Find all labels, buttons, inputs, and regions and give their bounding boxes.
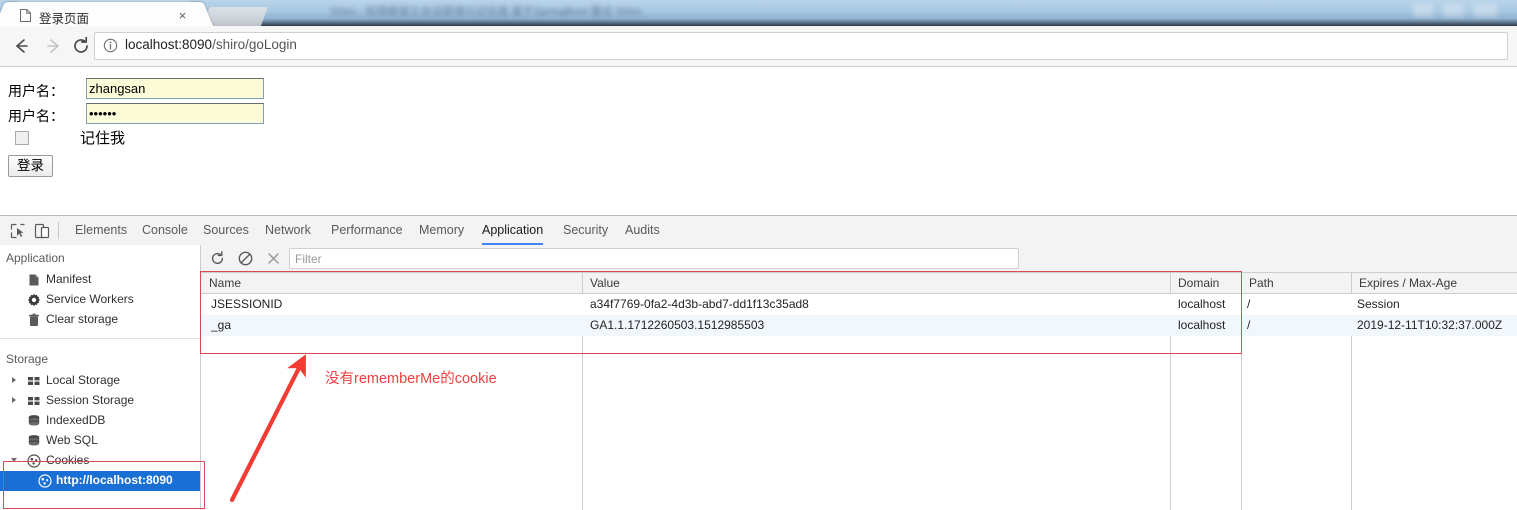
- sidebar-item-label: IndexedDB: [46, 413, 106, 427]
- back-icon[interactable]: [10, 35, 32, 57]
- filter-input[interactable]: [289, 248, 1019, 269]
- login-button[interactable]: 登录: [8, 155, 53, 177]
- sidebar-group-application: Application: [6, 251, 65, 265]
- delete-icon[interactable]: [265, 250, 282, 267]
- devtools-sidebar: Application Manifest Service Workers Cle…: [0, 245, 201, 510]
- sidebar-item-label: http://localhost:8090: [56, 473, 173, 487]
- close-icon[interactable]: ×: [176, 9, 189, 22]
- cell-value: a34f7769-0fa2-4d3b-abd7-dd1f13c35ad8: [590, 297, 809, 311]
- sidebar-item-session-storage[interactable]: Session Storage: [0, 391, 200, 411]
- database-icon: [27, 414, 41, 428]
- table-row[interactable]: JSESSIONID a34f7769-0fa2-4d3b-abd7-dd1f1…: [201, 294, 1517, 315]
- devtools-tabbar: Elements Console Sources Network Perform…: [0, 216, 1517, 246]
- cell-value: GA1.1.1712260503.1512985503: [590, 318, 765, 332]
- sidebar-item-local-storage[interactable]: Local Storage: [0, 371, 200, 391]
- cell-path: /: [1247, 318, 1251, 332]
- gear-icon: [27, 293, 41, 307]
- sidebar-item-web-sql[interactable]: Web SQL: [0, 431, 200, 451]
- column-header-path[interactable]: Path: [1249, 276, 1274, 290]
- cell-name: _ga: [211, 318, 232, 332]
- cell-expires: 2019-12-11T10:32:37.000Z: [1357, 318, 1503, 332]
- devtools-panel: Elements Console Sources Network Perform…: [0, 215, 1517, 510]
- address-bar-url: localhost:8090/shiro/goLogin: [125, 37, 297, 52]
- device-toolbar-icon[interactable]: [33, 222, 51, 240]
- sidebar-item-label: Clear storage: [46, 312, 119, 326]
- sidebar-item-label: Manifest: [46, 272, 92, 286]
- cell-domain: localhost: [1178, 297, 1226, 311]
- grid-icon: [27, 374, 41, 388]
- chevron-down-icon[interactable]: [11, 458, 17, 465]
- sidebar-item-cookie-origin[interactable]: http://localhost:8090: [0, 471, 200, 491]
- column-header-name[interactable]: Name: [209, 276, 241, 290]
- inspect-element-icon[interactable]: [9, 222, 27, 240]
- sidebar-item-label: Cookies: [46, 453, 90, 467]
- tab-elements[interactable]: Elements: [75, 216, 127, 245]
- refresh-icon[interactable]: [209, 250, 226, 267]
- toolbar-divider: [58, 222, 59, 239]
- annotation-note: 没有rememberMe的cookie: [325, 371, 497, 387]
- browser-tab-title: 登录页面: [39, 12, 90, 26]
- address-bar[interactable]: localhost:8090/shiro/goLogin: [94, 32, 1508, 60]
- sidebar-item-label: Session Storage: [46, 393, 135, 407]
- cell-expires: Session: [1357, 297, 1400, 311]
- sidebar-group-storage: Storage: [6, 352, 49, 366]
- sidebar-item-cookies[interactable]: Cookies: [0, 451, 200, 471]
- database-icon: [27, 434, 41, 448]
- chevron-right-icon[interactable]: [12, 397, 16, 403]
- password-input[interactable]: [86, 103, 264, 124]
- url-path: /shiro/goLogin: [212, 37, 297, 52]
- cookie-icon: [27, 454, 41, 468]
- tab-sources[interactable]: Sources: [203, 216, 249, 245]
- manifest-icon: [27, 273, 41, 287]
- grid-icon: [27, 394, 41, 408]
- reload-icon[interactable]: [70, 35, 92, 57]
- sidebar-item-label: Web SQL: [46, 433, 98, 447]
- sidebar-item-label: Service Workers: [46, 292, 134, 306]
- url-host: localhost:8090: [125, 37, 213, 52]
- cell-name: JSESSIONID: [211, 297, 283, 311]
- password-label: 用户名：: [8, 108, 64, 124]
- column-header-value[interactable]: Value: [590, 276, 620, 290]
- tab-network[interactable]: Network: [265, 216, 311, 245]
- cookies-toolbar: [201, 245, 1517, 273]
- sidebar-item-label: Local Storage: [46, 373, 121, 387]
- cell-path: /: [1247, 297, 1251, 311]
- cookie-icon: [38, 474, 52, 488]
- forward-icon: [43, 35, 65, 57]
- sidebar-item-indexeddb[interactable]: IndexedDB: [0, 411, 200, 431]
- clear-all-icon[interactable]: [237, 250, 254, 267]
- column-header-domain[interactable]: Domain: [1178, 276, 1219, 290]
- site-info-icon[interactable]: [103, 38, 118, 53]
- tab-console[interactable]: Console: [142, 216, 188, 245]
- tab-application[interactable]: Application: [482, 216, 544, 245]
- cookie-table: Name Value Domain Path Expires / Max-Age…: [201, 273, 1517, 510]
- tab-memory[interactable]: Memory: [419, 216, 464, 245]
- page-icon: [20, 9, 31, 22]
- page-content: 用户名： 用户名： 记住我 登录: [0, 67, 1517, 215]
- cookie-table-header: Name Value Domain Path Expires / Max-Age: [201, 273, 1517, 294]
- browser-toolbar: localhost:8090/shiro/goLogin: [0, 26, 1517, 67]
- tab-audits[interactable]: Audits: [625, 216, 660, 245]
- remember-me-label: 记住我: [80, 130, 126, 147]
- sidebar-item-clear-storage[interactable]: Clear storage: [0, 310, 200, 330]
- table-row[interactable]: _ga GA1.1.1712260503.1512985503 localhos…: [201, 315, 1517, 336]
- sidebar-item-service-workers[interactable]: Service Workers: [0, 290, 200, 310]
- username-input[interactable]: [86, 78, 264, 99]
- tab-security[interactable]: Security: [563, 216, 608, 245]
- trash-icon: [27, 313, 41, 327]
- username-label: 用户名：: [8, 83, 64, 99]
- sidebar-item-manifest[interactable]: Manifest: [0, 270, 200, 290]
- sidebar-divider: [0, 338, 200, 339]
- chevron-right-icon[interactable]: [12, 377, 16, 383]
- column-header-expires[interactable]: Expires / Max-Age: [1359, 276, 1457, 290]
- tab-performance[interactable]: Performance: [331, 216, 403, 245]
- cell-domain: localhost: [1178, 318, 1226, 332]
- remember-me-checkbox[interactable]: [15, 131, 29, 145]
